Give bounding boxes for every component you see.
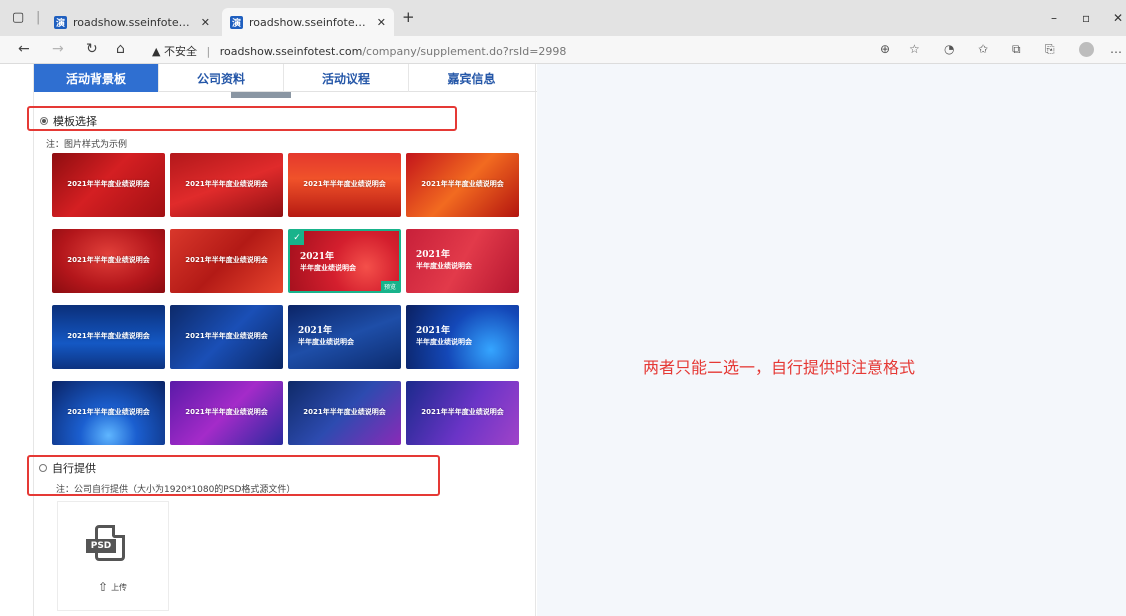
url-separator: | [206, 45, 211, 58]
thumbnail-title: 2021年半年度业绩说明会 [421, 180, 504, 188]
more-icon[interactable]: … [1110, 42, 1122, 56]
thumbnail-subtitle: 半年度业绩说明会 [300, 263, 356, 272]
template-note: 注：图片样式为示例 [46, 140, 128, 150]
collections-icon[interactable]: ⧉ [1012, 42, 1021, 57]
scrolled-image-edge [231, 92, 291, 98]
address-bar: ← → ↻ ⌂ ▲ 不安全 | roadshow.sseinfotest.com… [0, 36, 1126, 64]
thumbnail-title: 2021年半年度业绩说明会 [67, 180, 150, 188]
template-thumbnail[interactable]: 2021年半年度业绩说明会 [406, 153, 519, 217]
browser-tab-bar: ▢ | 演 roadshow.sseinfotest.com/comp ✕ 演 … [0, 0, 1126, 36]
tab-close-icon[interactable]: ✕ [201, 16, 210, 29]
restore-icon[interactable]: ▫ [1082, 11, 1090, 25]
favorite-add-icon[interactable]: ☆ [909, 42, 920, 56]
favorites-icon[interactable]: ✩ [978, 42, 988, 56]
self-provide-option[interactable]: 自行提供 [39, 460, 96, 476]
template-thumbnail[interactable]: 2021年半年度业绩说明会 [52, 381, 165, 445]
template-thumbnail[interactable]: 2021年半年度业绩说明会 [288, 381, 401, 445]
upload-label: 上传 [111, 582, 128, 592]
page-content: 活动背景板 公司资料 活动议程 嘉宾信息 两者只能二选一，自行提供时注意格式 模… [0, 64, 1126, 616]
tab-background-board[interactable]: 活动背景板 [34, 64, 159, 92]
template-thumbnail[interactable]: 2021年半年度业绩说明会 [170, 229, 283, 293]
thumbnail-title: 2021年 [416, 326, 451, 336]
thumbnail-title: 2021年 [300, 252, 335, 262]
annotation-area: 两者只能二选一，自行提供时注意格式 [537, 64, 1126, 616]
thumbnail-title: 2021年半年度业绩说明会 [303, 180, 386, 188]
tab-actions-icon[interactable]: ▢ [12, 10, 24, 25]
share-icon[interactable]: ⎘ [1045, 42, 1055, 57]
zoom-icon[interactable]: ⊕ [880, 42, 890, 56]
panel-tabs: 活动背景板 公司资料 活动议程 嘉宾信息 [34, 64, 537, 92]
forward-icon: → [52, 41, 64, 57]
tab-close-icon[interactable]: ✕ [377, 16, 386, 29]
self-provide-label: 自行提供 [52, 462, 96, 475]
tab-title: roadshow.sseinfotest.com/comp [249, 15, 369, 29]
radio-unchecked-icon[interactable] [39, 464, 47, 472]
template-thumbnail[interactable]: 2021年半年度业绩说明会 [52, 153, 165, 217]
warning-icon: ▲ [152, 45, 161, 58]
template-thumbnail[interactable]: 2021年半年度业绩说明会 [288, 305, 401, 369]
profile-avatar[interactable] [1079, 42, 1094, 57]
browser-tab-2[interactable]: 演 roadshow.sseinfotest.com/comp ✕ [222, 8, 394, 36]
upload-icon: ⇧ [98, 580, 109, 594]
thumbnail-title: 2021年半年度业绩说明会 [67, 408, 150, 416]
template-select-option[interactable]: 模板选择 [40, 113, 97, 129]
left-gutter [0, 64, 33, 616]
tab-title: roadshow.sseinfotest.com/comp [73, 15, 193, 29]
extension-icon[interactable]: ◔ [944, 42, 954, 56]
thumbnail-title: 2021年 [298, 326, 333, 336]
thumbnail-subtitle: 半年度业绩说明会 [416, 261, 472, 270]
site-favicon-icon: 演 [230, 15, 243, 29]
tab-guest-info[interactable]: 嘉宾信息 [409, 64, 534, 92]
template-thumbnail[interactable]: 2021年半年度业绩说明会 [170, 381, 283, 445]
thumbnail-title: 2021年半年度业绩说明会 [421, 408, 504, 416]
self-provide-note: 注：公司自行提供（大小为1920*1080的PSD格式源文件） [56, 485, 296, 495]
thumbnail-title: 2021年半年度业绩说明会 [185, 408, 268, 416]
thumbnail-title: 2021年半年度业绩说明会 [185, 180, 268, 188]
url-host: roadshow.sseinfotest.com [219, 45, 363, 58]
template-thumbnail[interactable]: 2021年半年度业绩说明会 [170, 305, 283, 369]
selected-check-icon: ✓ [290, 231, 304, 245]
new-tab-button[interactable]: + [402, 8, 415, 26]
upload-action[interactable]: ⇧ 上传 [98, 580, 127, 594]
radio-checked-icon[interactable] [40, 117, 48, 125]
minimize-icon[interactable]: – [1051, 11, 1057, 25]
thumbnail-title: 2021年半年度业绩说明会 [185, 256, 268, 264]
template-thumbnail[interactable]: 2021年半年度业绩说明会 [406, 305, 519, 369]
thumbnail-subtitle: 半年度业绩说明会 [416, 337, 472, 346]
template-thumbnail[interactable]: 2021年 半年度业绩说明会 ✓ 预览 [288, 229, 401, 293]
close-window-icon[interactable]: ✕ [1113, 11, 1123, 25]
annotation-text: 两者只能二选一，自行提供时注意格式 [643, 358, 916, 377]
thumbnail-title: 2021年半年度业绩说明会 [67, 256, 150, 264]
browser-tab-1[interactable]: 演 roadshow.sseinfotest.com/comp ✕ [46, 8, 218, 36]
back-icon[interactable]: ← [18, 41, 30, 57]
thumbnail-title: 2021年半年度业绩说明会 [185, 332, 268, 340]
reload-icon[interactable]: ↻ [86, 41, 98, 57]
thumbnail-title: 2021年 [416, 250, 451, 260]
template-thumbnail[interactable]: 2021年半年度业绩说明会 [406, 381, 519, 445]
psd-file-label: PSD [86, 539, 116, 553]
tab-divider: | [36, 10, 41, 25]
tab-agenda[interactable]: 活动议程 [284, 64, 409, 92]
thumbnail-subtitle: 半年度业绩说明会 [298, 337, 354, 346]
template-thumbnail[interactable]: 2021年半年度业绩说明会 [52, 229, 165, 293]
template-thumbnail[interactable]: 2021年半年度业绩说明会 [406, 229, 519, 293]
url-path: /company/supplement.do?rsId=2998 [362, 45, 567, 58]
url-field[interactable]: ▲ 不安全 | roadshow.sseinfotest.com/company… [152, 43, 566, 59]
template-thumbnail[interactable]: 2021年半年度业绩说明会 [52, 305, 165, 369]
template-thumbnail[interactable]: 2021年半年度业绩说明会 [170, 153, 283, 217]
home-icon[interactable]: ⌂ [116, 41, 125, 57]
security-label: 不安全 [163, 45, 197, 58]
site-favicon-icon: 演 [54, 15, 67, 29]
upload-box[interactable]: PSD ⇧ 上传 [57, 501, 169, 611]
template-thumbnail[interactable]: 2021年半年度业绩说明会 [288, 153, 401, 217]
preview-button[interactable]: 预览 [380, 281, 399, 291]
template-select-label: 模板选择 [53, 115, 97, 128]
thumbnail-title: 2021年半年度业绩说明会 [303, 408, 386, 416]
tab-company-info[interactable]: 公司资料 [159, 64, 284, 92]
thumbnail-title: 2021年半年度业绩说明会 [67, 332, 150, 340]
